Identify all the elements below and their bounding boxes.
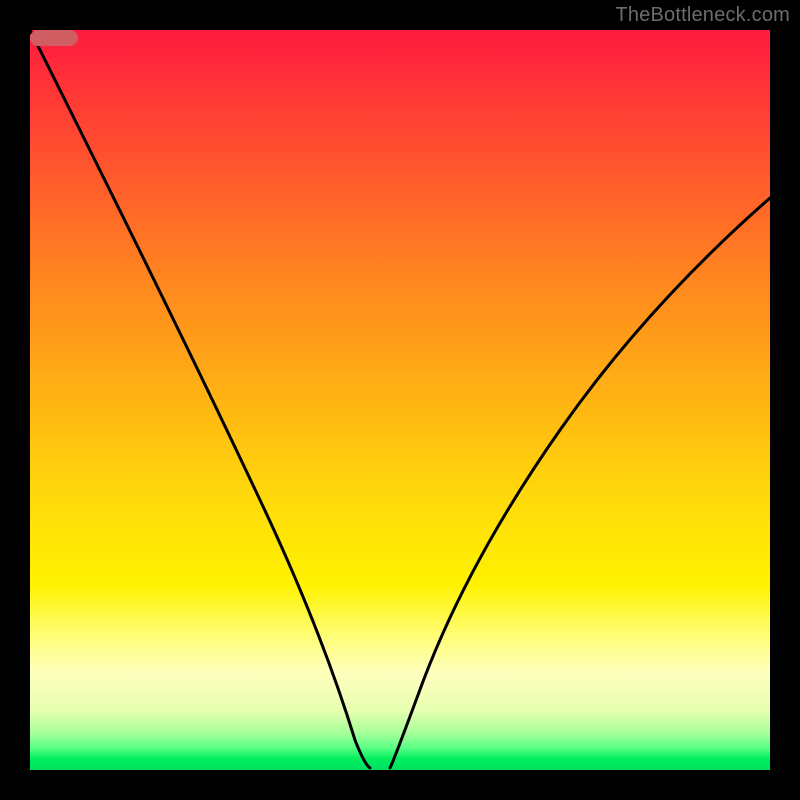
plot-area [30, 30, 770, 770]
gradient-background [30, 30, 770, 770]
watermark-text: TheBottleneck.com [615, 4, 790, 27]
bottleneck-marker [30, 30, 78, 46]
